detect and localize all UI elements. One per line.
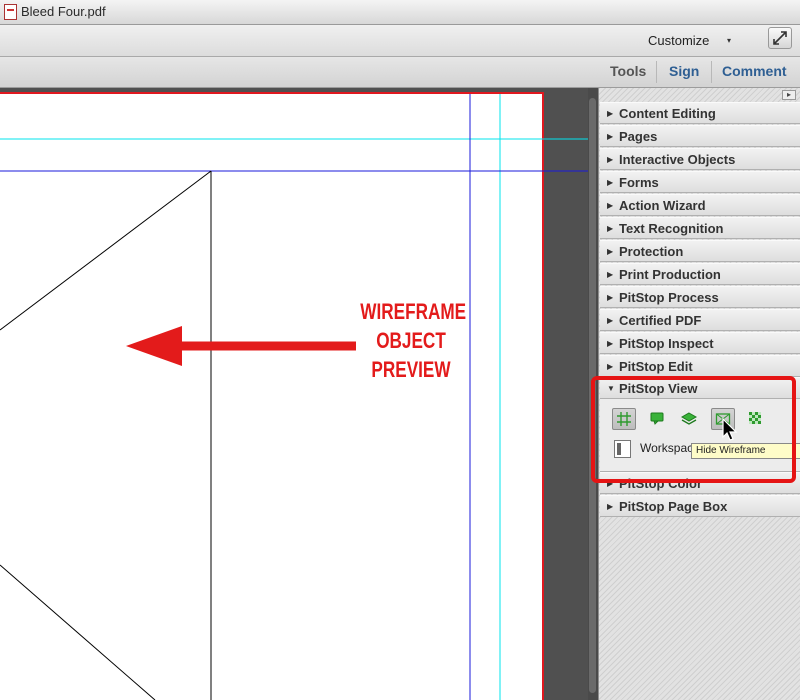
full-screen-button[interactable] — [768, 27, 792, 49]
disclosure-triangle-icon: ▶ — [607, 293, 614, 302]
panel-options-icon[interactable]: ▸ — [782, 90, 796, 100]
disclosure-triangle-icon: ▶ — [607, 132, 614, 141]
section-label: Print Production — [619, 267, 721, 282]
tab-tools[interactable]: Tools — [610, 63, 646, 79]
mouse-pointer-icon — [722, 418, 738, 441]
section-label: PitStop Inspect — [619, 336, 714, 351]
disclosure-triangle-icon: ▶ — [607, 270, 614, 279]
disclosure-triangle-icon: ▶ — [607, 339, 614, 348]
customize-menu[interactable]: Customize — [648, 33, 709, 48]
section-pitstop-process[interactable]: ▶ PitStop Process — [600, 286, 800, 308]
section-label: Interactive Objects — [619, 152, 736, 167]
layers-icon — [681, 412, 697, 425]
show-layers-button[interactable] — [678, 408, 702, 430]
callout-line: PREVIEW — [371, 357, 451, 382]
section-pitstop-page-box[interactable]: ▶ PitStop Page Box — [600, 495, 800, 517]
tab-divider — [656, 61, 657, 83]
disclosure-triangle-icon: ▶ — [607, 155, 614, 164]
disclosure-triangle-icon: ▶ — [607, 479, 614, 488]
pdf-document-icon — [4, 4, 17, 20]
disclosure-triangle-icon: ▶ — [607, 109, 614, 118]
section-protection[interactable]: ▶ Protection — [600, 240, 800, 262]
section-pitstop-view[interactable]: ▼ PitStop View — [600, 377, 800, 399]
section-pitstop-edit[interactable]: ▶ PitStop Edit — [600, 355, 800, 377]
callout-line: OBJECT — [376, 328, 446, 353]
show-comments-button[interactable] — [646, 408, 670, 430]
section-label: Text Recognition — [619, 221, 724, 236]
grid-icon — [617, 412, 631, 426]
tab-sign[interactable]: Sign — [669, 63, 699, 79]
disclosure-triangle-icon: ▶ — [607, 224, 614, 233]
tooltip: Hide Wireframe — [691, 443, 800, 459]
section-forms[interactable]: ▶ Forms — [600, 171, 800, 193]
wireframe-callout: WIREFRAME OBJECT PREVIEW — [360, 297, 467, 384]
workspaces-icon — [614, 440, 631, 458]
callout-line: WIREFRAME — [360, 299, 467, 324]
section-label: PitStop View — [619, 381, 698, 396]
section-label: Action Wizard — [619, 198, 706, 213]
disclosure-triangle-icon: ▶ — [607, 316, 614, 325]
section-pitstop-color[interactable]: ▶ PitStop Color — [600, 472, 800, 494]
document-viewport[interactable] — [0, 88, 588, 700]
tab-comment[interactable]: Comment — [722, 63, 787, 79]
disclosure-triangle-icon: ▶ — [607, 247, 614, 256]
window-title: Bleed Four.pdf — [21, 4, 106, 19]
pdf-page[interactable] — [0, 92, 544, 700]
scrollbar-thumb[interactable] — [589, 98, 596, 693]
section-action-wizard[interactable]: ▶ Action Wizard — [600, 194, 800, 216]
section-label: PitStop Color — [619, 476, 703, 491]
disclosure-triangle-open-icon: ▼ — [607, 384, 615, 393]
section-label: Certified PDF — [619, 313, 702, 328]
disclosure-triangle-icon: ▶ — [607, 502, 614, 511]
section-text-recognition[interactable]: ▶ Text Recognition — [600, 217, 800, 239]
expand-arrows-icon — [773, 31, 787, 45]
tab-divider — [711, 61, 712, 83]
section-label: PitStop Process — [619, 290, 719, 305]
section-label: Content Editing — [619, 106, 716, 121]
section-label: PitStop Edit — [619, 359, 693, 374]
task-pane-tabs: Tools Sign Comment — [0, 57, 800, 88]
section-label: Protection — [619, 244, 684, 259]
section-interactive-objects[interactable]: ▶ Interactive Objects — [600, 148, 800, 170]
transparency-grid-button[interactable] — [744, 408, 768, 430]
vertical-scrollbar[interactable] — [588, 88, 598, 700]
disclosure-triangle-icon: ▶ — [607, 201, 614, 210]
section-pitstop-inspect[interactable]: ▶ PitStop Inspect — [600, 332, 800, 354]
section-content-editing[interactable]: ▶ Content Editing — [600, 102, 800, 124]
section-pages[interactable]: ▶ Pages — [600, 125, 800, 147]
section-print-production[interactable]: ▶ Print Production — [600, 263, 800, 285]
disclosure-triangle-icon: ▶ — [607, 362, 614, 371]
title-bar: Bleed Four.pdf — [0, 0, 800, 25]
comment-icon — [650, 412, 664, 425]
section-label: Pages — [619, 129, 658, 144]
chevron-down-icon[interactable]: ▾ — [727, 36, 731, 45]
checker-icon — [749, 412, 761, 424]
section-label: Forms — [619, 175, 659, 190]
section-certified-pdf[interactable]: ▶ Certified PDF — [600, 309, 800, 331]
section-label: PitStop Page Box — [619, 499, 728, 514]
top-toolbar: Customize ▾ — [0, 25, 800, 57]
show-grid-button[interactable] — [612, 408, 636, 430]
disclosure-triangle-icon: ▶ — [607, 178, 614, 187]
